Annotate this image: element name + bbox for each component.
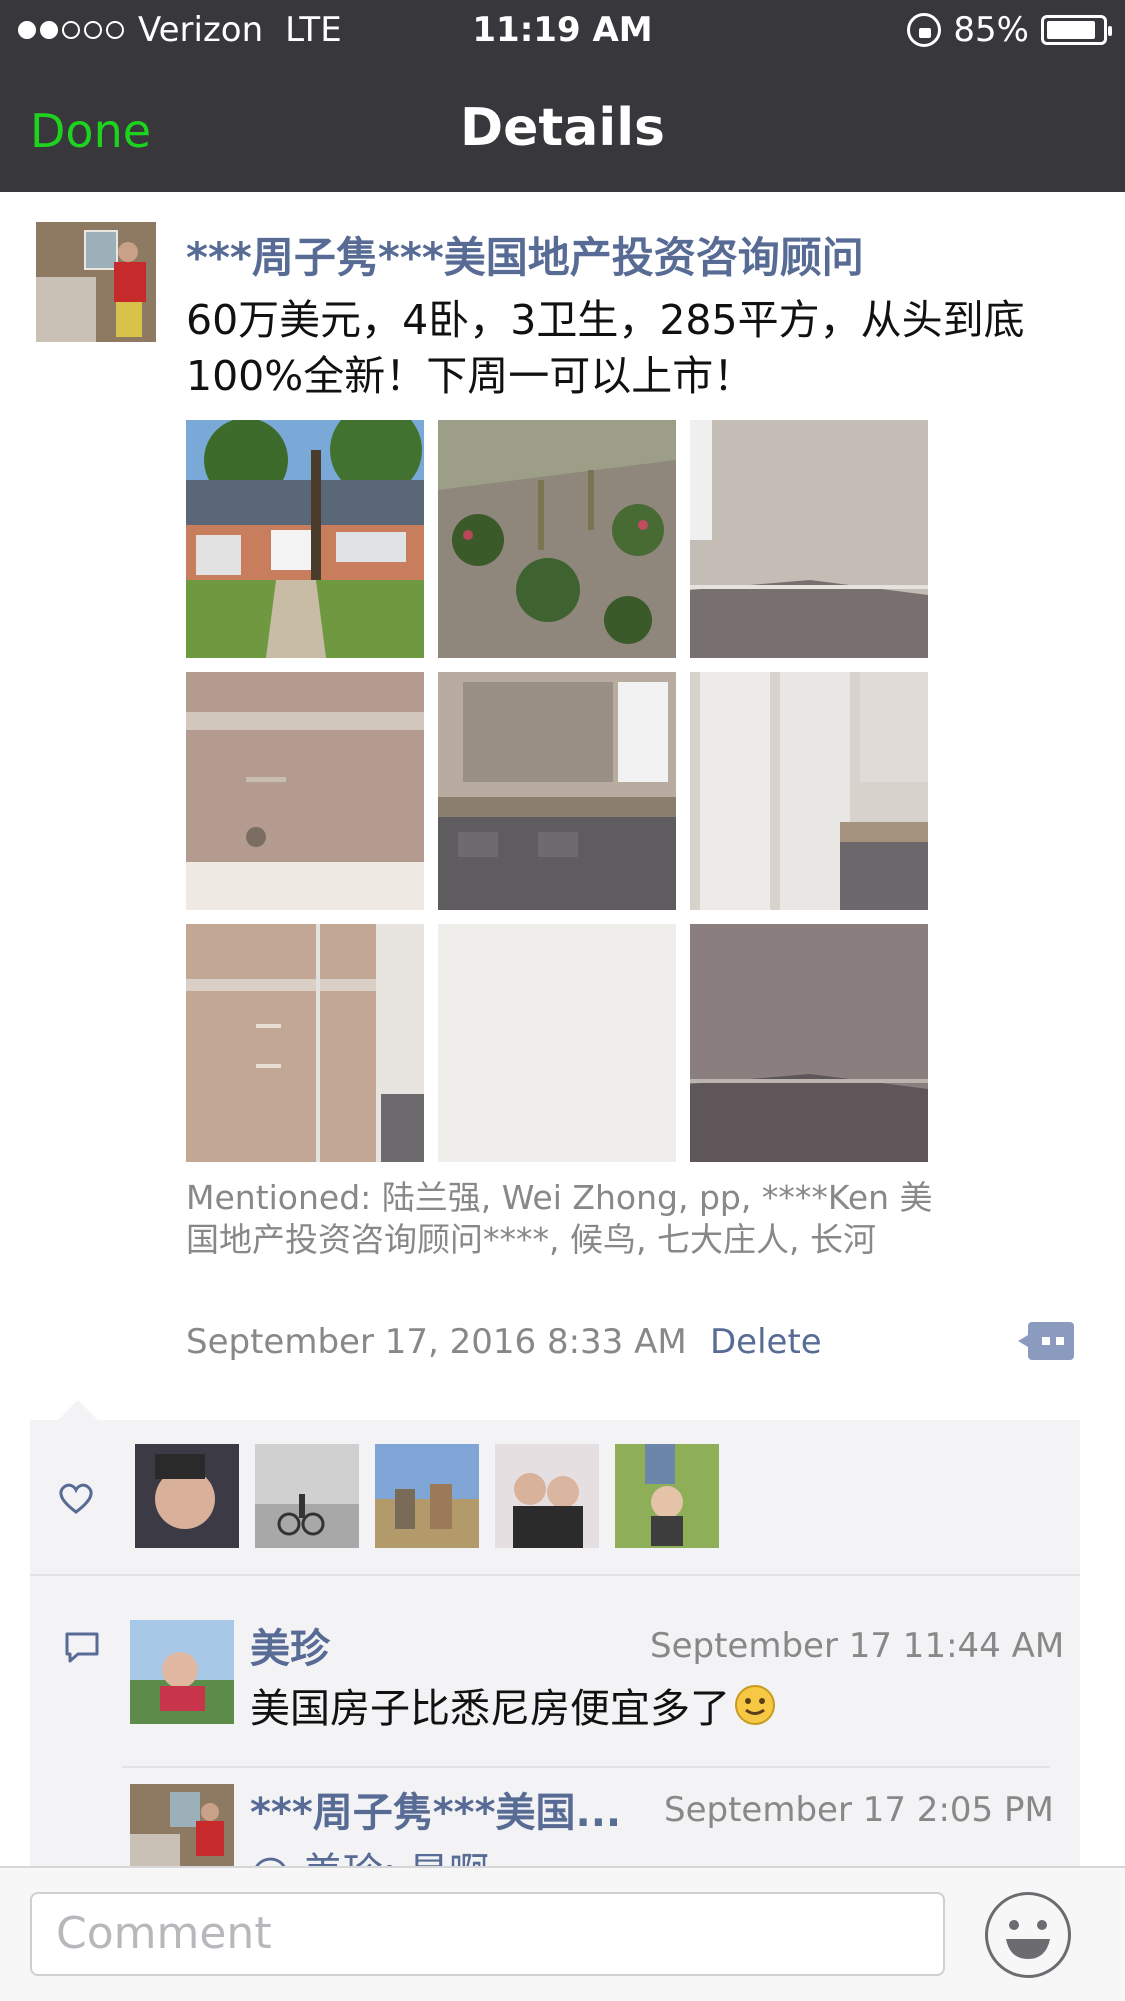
mentioned-users[interactable]: Mentioned: 陆兰强, Wei Zhong, pp, ****Ken 美…: [186, 1177, 946, 1261]
author-avatar[interactable]: [36, 222, 156, 342]
post-content: 60万美元，4卧，3卫生，285平方，从头到底100%全新！下周一可以上市！: [186, 296, 1025, 400]
photo-house-exterior[interactable]: [186, 420, 424, 658]
liker-avatar[interactable]: [255, 1444, 359, 1548]
battery-info: 85%: [907, 10, 1112, 50]
commenter-avatar[interactable]: [130, 1620, 234, 1724]
smiley-icon[interactable]: [985, 1892, 1071, 1978]
heart-icon: [56, 1478, 96, 1518]
photo-blank[interactable]: [438, 924, 676, 1162]
status-bar: Verizon LTE 11:19 AM 85%: [0, 0, 1125, 64]
liker-avatar[interactable]: [495, 1444, 599, 1548]
comment-body: 美国房子比悉尼房便宜多了: [250, 1686, 730, 1732]
commenter-name[interactable]: ***周子隽***美国...: [250, 1780, 621, 1838]
comment-text: 美国房子比悉尼房便宜多了: [250, 1676, 776, 1734]
panel-arrow: [58, 1400, 98, 1420]
comment-time: September 17 11:44 AM: [650, 1626, 1065, 1666]
liker-avatar[interactable]: [615, 1444, 719, 1548]
photo-tub-tile[interactable]: [186, 672, 424, 910]
liker-avatar[interactable]: [375, 1444, 479, 1548]
photo-closet[interactable]: [690, 672, 928, 910]
comment-bubble-icon: [64, 1630, 100, 1666]
photo-shower[interactable]: [186, 924, 424, 1162]
page-title: Details: [460, 98, 665, 158]
comment-bar: Comment: [0, 1866, 1125, 2001]
photo-empty-room[interactable]: [690, 420, 928, 658]
photo-empty-room-2[interactable]: [690, 924, 928, 1162]
smiley-emoji-icon: [734, 1684, 776, 1726]
comment-input[interactable]: Comment: [30, 1892, 945, 1976]
likes-row: [30, 1420, 1080, 1576]
liker-avatar[interactable]: [135, 1444, 239, 1548]
post-author-name[interactable]: ***周子隽***美国地产投资咨询顾问: [186, 224, 864, 285]
post-timestamp: September 17, 2016 8:33 AM: [186, 1322, 687, 1362]
battery-icon: [1041, 15, 1112, 45]
more-options-icon[interactable]: [1018, 1320, 1074, 1362]
battery-percent: 85%: [953, 10, 1029, 50]
navigation-bar: Done Details: [0, 64, 1125, 192]
commenter-name[interactable]: 美珍: [250, 1616, 330, 1674]
comment-time: September 17 2:05 PM: [664, 1790, 1054, 1830]
photo-landscaping[interactable]: [438, 420, 676, 658]
comment-divider: [122, 1766, 1050, 1768]
delete-button[interactable]: Delete: [710, 1322, 822, 1362]
photo-bathroom-vanity[interactable]: [438, 672, 676, 910]
rotation-lock-icon: [907, 13, 942, 47]
